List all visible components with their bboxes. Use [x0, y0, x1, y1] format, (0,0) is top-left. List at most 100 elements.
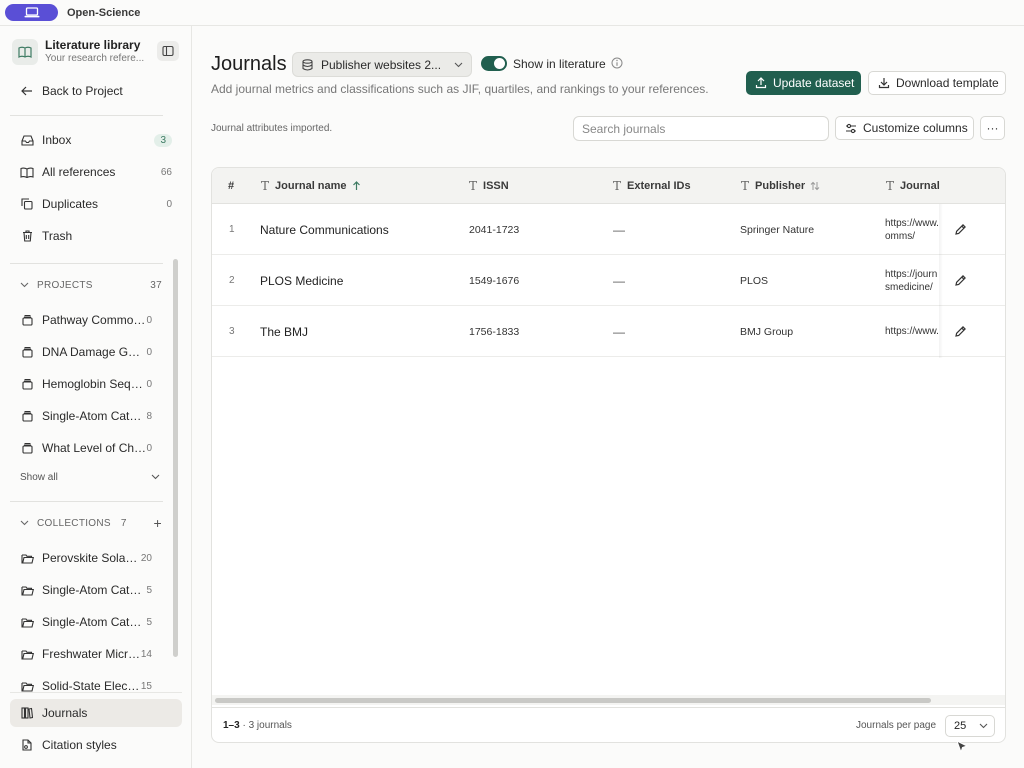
show-in-literature-label: Show in literature — [513, 57, 606, 71]
sidebar-item-collection[interactable]: Single-Atom Cataly... 5 — [10, 609, 162, 635]
column-header-external-ids[interactable]: T External IDs — [613, 168, 691, 204]
sidebar-item-project[interactable]: What Level of Ches... 0 — [10, 435, 162, 461]
sidebar-item-duplicates[interactable]: Duplicates 0 — [10, 191, 182, 217]
horizontal-scrollbar[interactable] — [215, 698, 931, 703]
library-book-icon — [12, 39, 38, 65]
sidebar-item-collection[interactable]: Freshwater Micro... 14 — [10, 641, 162, 667]
flask-icon — [20, 345, 34, 359]
customize-columns-label: Customize columns — [863, 121, 968, 135]
collection-count: 5 — [146, 616, 152, 628]
inbox-icon — [20, 133, 34, 147]
back-to-project-link[interactable]: Back to Project — [10, 78, 182, 104]
collection-count: 20 — [140, 552, 152, 564]
projects-section-header[interactable]: PROJECTS 37 — [10, 275, 162, 295]
folder-icon — [20, 615, 34, 629]
customize-columns-button[interactable]: Customize columns — [835, 116, 974, 140]
edit-row-button[interactable] — [954, 255, 967, 306]
column-header-label: Journal — [900, 180, 940, 192]
show-all-projects-button[interactable]: Show all — [20, 472, 160, 483]
sidebar-item-journals[interactable]: Journals — [10, 699, 182, 727]
table-row[interactable]: 3 The BMJ 1756-1833 — BMJ Group https://… — [212, 306, 1005, 357]
url-line: https://journ — [885, 268, 938, 280]
sidebar-divider — [10, 115, 163, 116]
flask-icon — [20, 377, 34, 391]
issn-cell: 2041-1723 — [469, 223, 520, 236]
chevron-down-icon — [151, 472, 160, 483]
app-switcher-button[interactable] — [5, 4, 58, 21]
download-template-button[interactable]: Download template — [868, 71, 1006, 95]
pagination-count: · 3 journals — [239, 720, 292, 731]
chevron-down-icon — [454, 62, 463, 68]
project-label: What Level of Ches... — [42, 441, 147, 455]
copy-icon — [20, 197, 34, 211]
project-label: Pathway Commons... — [42, 313, 147, 327]
library-header[interactable]: Literature library Your research refere.… — [12, 38, 180, 66]
projects-label: PROJECTS — [37, 279, 93, 291]
page-subtitle: Add journal metrics and classifications … — [211, 82, 709, 96]
edit-row-button[interactable] — [954, 204, 967, 255]
sidebar-item-trash[interactable]: Trash — [10, 223, 182, 249]
folder-icon — [20, 647, 34, 661]
sidebar-item-inbox[interactable]: Inbox 3 — [10, 127, 182, 153]
text-type-icon: T — [886, 179, 895, 193]
info-icon[interactable] — [611, 57, 623, 72]
sidebar-item-label: Inbox — [42, 133, 72, 147]
sidebar-item-project[interactable]: Single-Atom Cataly... 8 — [10, 403, 162, 429]
collection-label: Freshwater Micro... — [42, 647, 141, 661]
show-all-label: Show all — [20, 472, 58, 483]
sidebar-panel-icon — [162, 45, 174, 57]
sidebar-scrollbar[interactable] — [173, 259, 178, 657]
project-label: Hemoglobin Seque... — [42, 377, 147, 391]
collection-label: Single-Atom Cataly... — [42, 615, 147, 629]
more-icon: ··· — [986, 121, 999, 135]
sidebar-item-label: Trash — [42, 229, 73, 243]
sidebar-item-project[interactable]: DNA Damage Gene... 0 — [10, 339, 162, 365]
add-collection-icon[interactable]: + — [154, 515, 162, 531]
toggle-sidebar-button[interactable] — [157, 41, 179, 61]
sidebar-item-collection[interactable]: Perovskite Solar-... 20 — [10, 545, 162, 571]
column-header-journal-name[interactable]: T Journal name — [261, 168, 361, 204]
main-content: Journals Publisher websites 2... Show in… — [193, 26, 1024, 768]
table-footer: 1–3 · 3 journals Journals per page 25 — [212, 707, 1005, 742]
collection-count: 5 — [146, 584, 152, 596]
sidebar-divider — [10, 263, 163, 264]
dataset-select-value: Publisher websites 2... — [321, 57, 442, 72]
sidebar-item-project[interactable]: Pathway Commons... 0 — [10, 307, 162, 333]
edit-row-button[interactable] — [954, 306, 967, 357]
sidebar-item-citation-styles[interactable]: Citation styles — [10, 732, 182, 758]
show-in-literature-toggle[interactable] — [481, 56, 507, 71]
chevron-down-icon — [979, 723, 988, 729]
table-row[interactable]: 1 Nature Communications 2041-1723 — Spri… — [212, 204, 1005, 255]
per-page-select[interactable]: 25 — [945, 715, 995, 737]
column-header-issn[interactable]: T ISSN — [469, 168, 509, 204]
pagination-range: 1–3 — [223, 720, 240, 731]
sidebar-divider — [10, 501, 163, 502]
journal-url-cell: https://www. omms/ — [885, 204, 941, 255]
journal-name-cell: The BMJ — [260, 324, 309, 339]
book-open-icon — [20, 165, 34, 179]
sidebar-item-project[interactable]: Hemoglobin Seque... 0 — [10, 371, 162, 397]
collections-section-header[interactable]: COLLECTIONS 7 + — [10, 513, 162, 533]
url-line: omms/ — [885, 230, 915, 242]
dataset-select[interactable]: Publisher websites 2... — [292, 52, 472, 77]
project-label: DNA Damage Gene... — [42, 345, 146, 359]
project-label: Single-Atom Cataly... — [42, 409, 147, 423]
sidebar-item-label: Citation styles — [42, 738, 117, 752]
per-page-value: 25 — [954, 720, 967, 732]
collection-count: 15 — [140, 680, 152, 692]
external-ids-cell: — — [613, 273, 625, 288]
text-type-icon: T — [469, 179, 478, 193]
more-options-button[interactable]: ··· — [980, 116, 1005, 140]
row-index: 3 — [229, 326, 235, 337]
column-header-label: Journal name — [275, 180, 347, 192]
table-row[interactable]: 2 PLOS Medicine 1549-1676 — PLOS https:/… — [212, 255, 1005, 306]
column-header-publisher[interactable]: T Publisher — [741, 168, 820, 204]
column-header-journal-url[interactable]: T Journal — [886, 168, 942, 204]
sidebar-item-all-references[interactable]: All references 66 — [10, 159, 182, 185]
library-subtitle: Your research refere... — [45, 53, 145, 64]
sidebar-item-collection[interactable]: Single-Atom Cataly... 5 — [10, 577, 162, 603]
search-journals-input[interactable] — [573, 116, 829, 141]
collection-count: 14 — [140, 648, 152, 660]
sidebar-item-collection[interactable]: Solid-State Electr... 15 — [10, 673, 162, 699]
update-dataset-button[interactable]: Update dataset — [746, 71, 861, 95]
